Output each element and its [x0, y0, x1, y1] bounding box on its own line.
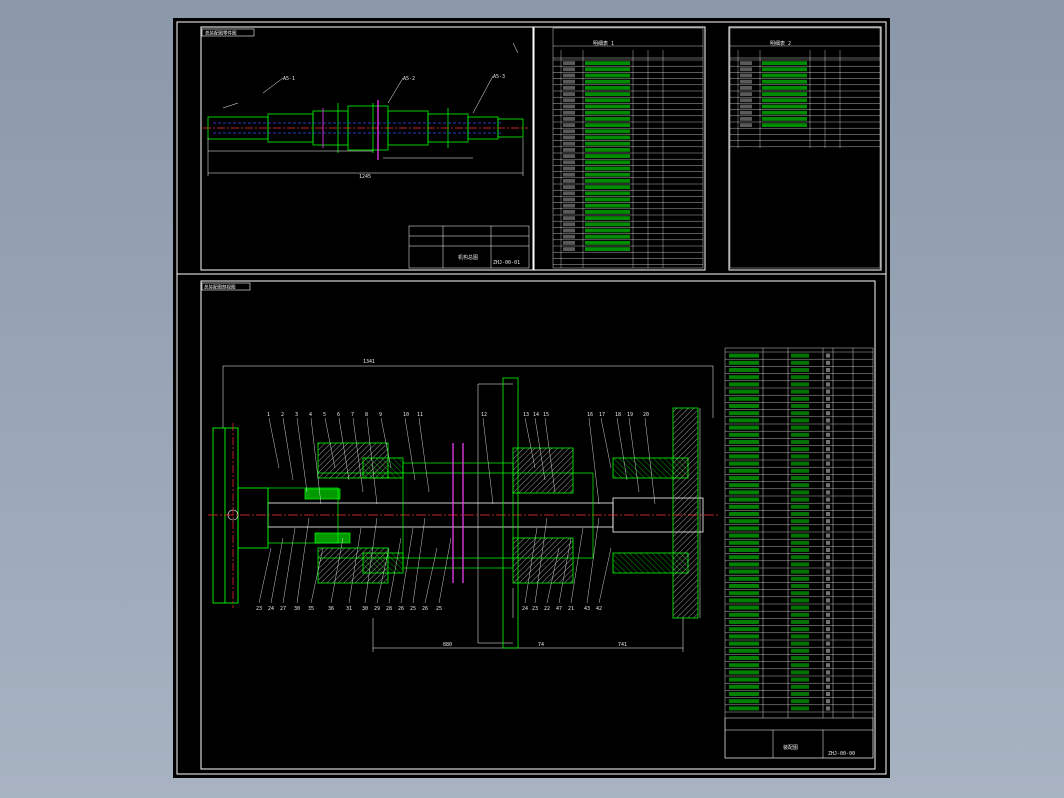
- svg-text:A5-1: A5-1: [283, 76, 295, 82]
- callout-top-label: 13: [523, 412, 529, 418]
- callout-bottom-label: 28: [386, 606, 392, 612]
- callout-bottom-label: 21: [568, 606, 574, 612]
- callout-top-label: 14: [533, 412, 539, 418]
- callout-top-label: 20: [643, 412, 649, 418]
- callout-top-label: 19: [627, 412, 633, 418]
- callout-top-label: 11: [417, 412, 423, 418]
- cad-viewport[interactable]: 总装配图零件图 1245 A5-1 A5-2 A5-3 机构总图 ZHJ-00-…: [0, 0, 1064, 798]
- callout-top-label: 10: [403, 412, 409, 418]
- bottom-title-name: 装配图: [783, 744, 798, 751]
- svg-text:1245: 1245: [359, 174, 371, 180]
- callout-bottom-label: 43: [584, 606, 590, 612]
- callout-bottom-label: 36: [328, 606, 334, 612]
- callout-top-label: 2: [281, 412, 284, 418]
- callout-bottom-label: 25: [436, 606, 442, 612]
- callout-bottom-label: 26: [422, 606, 428, 612]
- callout-top-label: 18: [615, 412, 621, 418]
- callout-bottom-label: 23: [532, 606, 538, 612]
- bom-table-2-rows: [730, 50, 880, 148]
- callout-top-label: 6: [337, 412, 340, 418]
- top-drawing-tag: 总装配图零件图: [205, 30, 237, 37]
- callout-bottom-label: 27: [280, 606, 286, 612]
- drawing-sheet: 总装配图零件图 1245 A5-1 A5-2 A5-3 机构总图 ZHJ-00-…: [173, 18, 890, 778]
- bom-table-1-rows: [553, 50, 703, 268]
- sheet-frame: [176, 21, 887, 775]
- callouts-bottom: 23 24 27 30 35 36 31 30 29 28 26 25 26 25 24 23 22 47 21 43…: [256, 606, 602, 612]
- callout-top-label: 12: [481, 412, 487, 418]
- callout-bottom-label: 47: [556, 606, 562, 612]
- callout-bottom-label: 25: [410, 606, 416, 612]
- callout-top-label: 4: [309, 412, 312, 418]
- callout-bottom-label: 31: [346, 606, 352, 612]
- dim-bottom-mid: 74: [538, 642, 544, 648]
- callout-bottom-label: 35: [308, 606, 314, 612]
- dim-overall: 1341: [363, 359, 375, 365]
- callout-top-label: 9: [379, 412, 382, 418]
- callout-top-label: 15: [543, 412, 549, 418]
- callout-top-label: 3: [295, 412, 298, 418]
- top-title-number: ZHJ-00-01: [493, 260, 520, 266]
- callout-bottom-label: 42: [596, 606, 602, 612]
- callout-bottom-label: 22: [544, 606, 550, 612]
- dim-bottom-left: 880: [443, 642, 452, 648]
- callout-bottom-label: 24: [268, 606, 274, 612]
- svg-text:A5-2: A5-2: [403, 76, 415, 82]
- callout-bottom-label: 26: [398, 606, 404, 612]
- dim-bottom-right: 741: [618, 642, 627, 648]
- callout-top-label: 5: [323, 412, 326, 418]
- top-title-name: 机构总图: [458, 254, 478, 261]
- callout-bottom-label: 30: [294, 606, 300, 612]
- callout-bottom-label: 29: [374, 606, 380, 612]
- callouts-top: 1 2 3 4 5 6 7 8 9 10 11 12 13 14 15 16 17 18 19 20: [267, 412, 649, 418]
- callout-top-label: 7: [351, 412, 354, 418]
- callout-bottom-label: 30: [362, 606, 368, 612]
- callout-top-label: 16: [587, 412, 593, 418]
- shaft-part-drawing: 总装配图零件图 1245 A5-1 A5-2 A5-3 机构总图 ZHJ-00-…: [201, 28, 530, 269]
- callout-bottom-label: 23: [256, 606, 262, 612]
- callout-bottom-label: 24: [522, 606, 528, 612]
- callout-top-label: 17: [599, 412, 605, 418]
- bottom-title-number: ZHJ-00-00: [828, 751, 855, 757]
- callout-top-label: 1: [267, 412, 270, 418]
- svg-text:A5-3: A5-3: [493, 74, 505, 80]
- callout-top-label: 8: [365, 412, 368, 418]
- assembly-section-view: 总装配图剖视图 1341 880 74 741 1 2 3 4 5 6 7 8 …: [201, 282, 874, 759]
- bottom-drawing-tag: 总装配图剖视图: [204, 284, 236, 291]
- bom-table-1-title: 明细表 1: [593, 40, 614, 47]
- assembly-parts-table-rows: [725, 351, 873, 713]
- cad-drawing: 总装配图零件图 1245 A5-1 A5-2 A5-3 机构总图 ZHJ-00-…: [176, 21, 887, 775]
- bom-table-2-title: 明细表 2: [770, 40, 791, 47]
